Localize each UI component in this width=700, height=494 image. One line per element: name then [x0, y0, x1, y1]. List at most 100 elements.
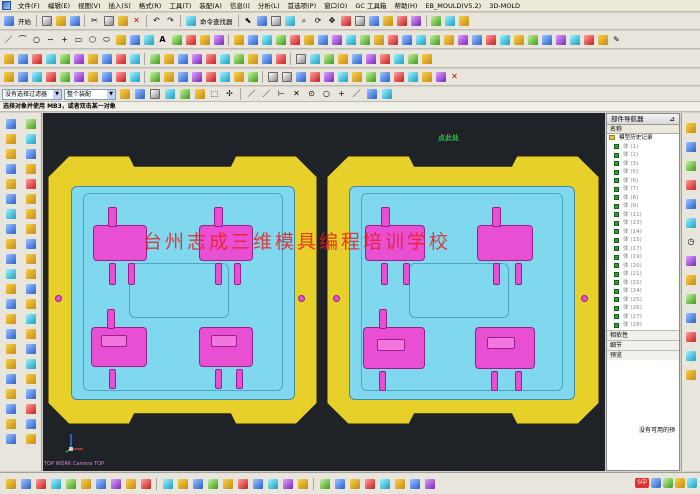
- visibility-checkbox[interactable]: [614, 280, 619, 285]
- shell-icon[interactable]: [498, 33, 511, 46]
- left-tool-11-icon[interactable]: [4, 192, 17, 205]
- draft-icon[interactable]: [484, 33, 497, 46]
- visibility-checkbox[interactable]: [614, 288, 619, 294]
- keyboard-icon[interactable]: [663, 478, 673, 488]
- select-all-icon[interactable]: [133, 88, 146, 101]
- body-select-icon[interactable]: [163, 88, 176, 101]
- bottom-tool-11-icon[interactable]: [161, 477, 174, 490]
- menu-preferences[interactable]: 首选项(P): [284, 0, 321, 12]
- command-finder-icon[interactable]: [184, 15, 197, 28]
- bottom-tool-23-icon[interactable]: [348, 477, 361, 490]
- mold-wizard-icon[interactable]: [2, 71, 15, 84]
- ruler-icon[interactable]: [364, 71, 377, 84]
- menu-insert[interactable]: 插入(S): [105, 0, 135, 12]
- fit-view-icon[interactable]: [284, 15, 297, 28]
- unite-icon[interactable]: [400, 33, 413, 46]
- bottom-tool-5-icon[interactable]: [64, 477, 77, 490]
- replace-face-icon[interactable]: [554, 33, 567, 46]
- left-tool-23-icon[interactable]: [4, 282, 17, 295]
- arc-icon[interactable]: ⌒: [16, 33, 29, 46]
- visibility-checkbox[interactable]: [614, 169, 619, 175]
- visibility-checkbox[interactable]: [614, 246, 619, 251]
- section-icon[interactable]: [444, 15, 457, 28]
- rotate-icon[interactable]: ⟳: [312, 15, 325, 28]
- tree-item-body[interactable]: 体 (2): [607, 151, 679, 160]
- left-tool-3-icon[interactable]: [4, 132, 17, 145]
- quick-pick-icon[interactable]: ⬚: [208, 88, 221, 101]
- measure-distance-icon[interactable]: [378, 71, 391, 84]
- visibility-checkbox[interactable]: [614, 297, 619, 302]
- molded-part[interactable]: [199, 327, 253, 367]
- bottom-tool-27-icon[interactable]: [408, 477, 421, 490]
- menu-file[interactable]: 文件(F): [14, 0, 44, 12]
- intersect-icon[interactable]: [428, 33, 441, 46]
- color-icon[interactable]: [396, 15, 409, 28]
- part-navigator-icon[interactable]: [685, 159, 698, 172]
- snap-endpoint-icon[interactable]: ／: [245, 88, 258, 101]
- standard-parts-icon[interactable]: [100, 71, 113, 84]
- tree-item-body[interactable]: 体 (22): [607, 279, 679, 288]
- tree-item-body[interactable]: 体 (27): [607, 313, 679, 322]
- revolve-icon[interactable]: [246, 33, 259, 46]
- divide-curve-icon[interactable]: [212, 33, 225, 46]
- tree-item-body[interactable]: 体 (14): [607, 228, 679, 237]
- datum-axis-icon[interactable]: [246, 52, 259, 65]
- tree-item-body[interactable]: 体 (7): [607, 185, 679, 194]
- visibility-checkbox[interactable]: [614, 161, 619, 166]
- left-tool-33-icon[interactable]: [4, 357, 17, 370]
- tree-item-body[interactable]: 体 (1): [607, 143, 679, 152]
- menu-tools[interactable]: 工具(T): [165, 0, 195, 12]
- bottom-tool-13-icon[interactable]: [191, 477, 204, 490]
- datum-plane-icon[interactable]: [232, 52, 245, 65]
- tree-item-body[interactable]: 体 (13): [607, 219, 679, 228]
- sphere-icon[interactable]: [44, 52, 57, 65]
- visibility-checkbox[interactable]: [614, 186, 619, 192]
- groove-icon[interactable]: [114, 52, 127, 65]
- drawing-icon[interactable]: [246, 71, 259, 84]
- left-tool-30-icon[interactable]: [24, 327, 37, 340]
- orient-view-icon[interactable]: [368, 15, 381, 28]
- extend-sheet-icon[interactable]: [358, 33, 371, 46]
- left-tool-7-icon[interactable]: [4, 162, 17, 175]
- bridge-curve-icon[interactable]: [170, 33, 183, 46]
- spline-icon[interactable]: ∼: [44, 33, 57, 46]
- split-body-icon[interactable]: [512, 33, 525, 46]
- palette-icon[interactable]: [685, 349, 698, 362]
- paste-icon[interactable]: [116, 15, 129, 28]
- check-geometry-icon[interactable]: [336, 52, 349, 65]
- pocket-icon[interactable]: [72, 52, 85, 65]
- left-tool-15-icon[interactable]: [4, 222, 17, 235]
- cylinder-icon[interactable]: [16, 52, 29, 65]
- line-icon[interactable]: ／: [2, 33, 15, 46]
- select-cursor-icon[interactable]: ⬉: [242, 15, 255, 28]
- coin-icon[interactable]: [350, 71, 363, 84]
- bottom-tool-12-icon[interactable]: [176, 477, 189, 490]
- zoom-icon[interactable]: ⌕: [298, 15, 311, 28]
- panel-details[interactable]: 细节: [607, 340, 679, 350]
- slot-icon[interactable]: [100, 52, 113, 65]
- snap-on-curve-icon[interactable]: ／: [350, 88, 363, 101]
- grid-icon[interactable]: [270, 15, 283, 28]
- runner-icon[interactable]: [162, 71, 175, 84]
- layout-icon[interactable]: [30, 71, 43, 84]
- through-curves-icon[interactable]: [274, 33, 287, 46]
- join-curve-icon[interactable]: [184, 33, 197, 46]
- bottom-tool-20-icon[interactable]: [296, 477, 309, 490]
- command-finder-button[interactable]: 命令查找器: [198, 16, 235, 26]
- bottom-tool-14-icon[interactable]: [206, 477, 219, 490]
- info-feature-icon[interactable]: [434, 71, 447, 84]
- workpiece-icon[interactable]: [16, 71, 29, 84]
- tree-item-body[interactable]: 体 (28): [607, 321, 679, 330]
- helix-icon[interactable]: [114, 33, 127, 46]
- extract-geometry-icon[interactable]: [162, 52, 175, 65]
- left-tool-22-icon[interactable]: [24, 267, 37, 280]
- snap-on-face-icon[interactable]: [365, 88, 378, 101]
- left-tool-35-icon[interactable]: [4, 372, 17, 385]
- move-face-icon[interactable]: [568, 33, 581, 46]
- user-icon[interactable]: [675, 478, 685, 488]
- snap-center-icon[interactable]: ⊙: [305, 88, 318, 101]
- snap-intersection-icon[interactable]: ✕: [290, 88, 303, 101]
- delete-face-icon[interactable]: [582, 33, 595, 46]
- menu-edit[interactable]: 编辑(E): [44, 0, 74, 12]
- left-tool-16-icon[interactable]: [24, 222, 37, 235]
